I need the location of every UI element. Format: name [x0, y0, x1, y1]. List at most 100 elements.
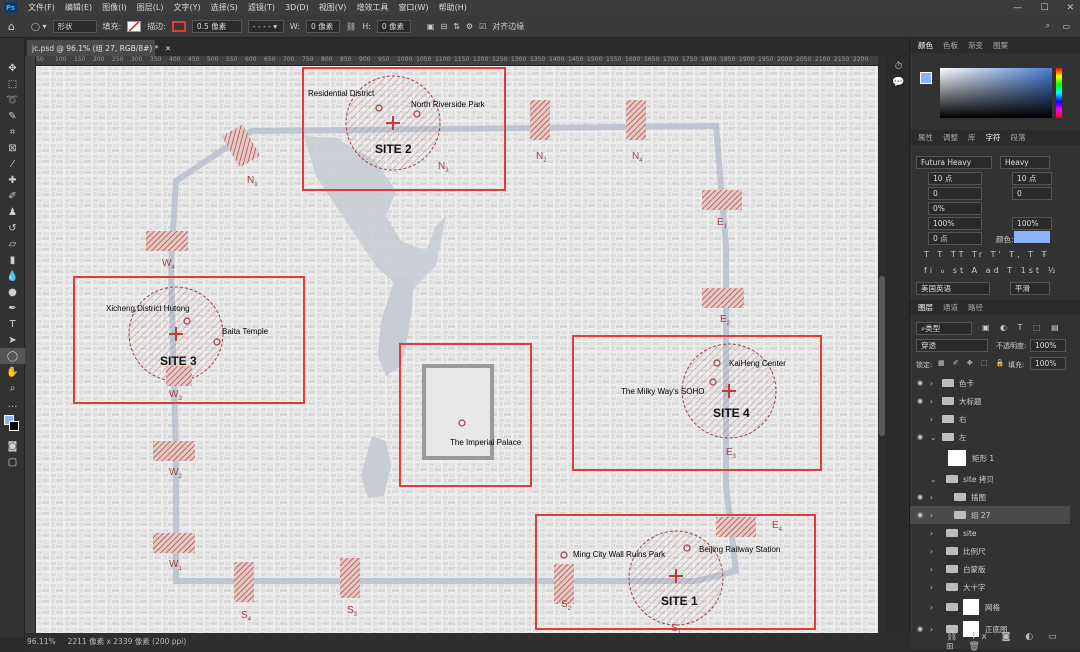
stroke-width-field[interactable]: 0.5 像素	[191, 19, 242, 33]
menu-edit[interactable]: 编辑(E)	[60, 2, 97, 13]
screen-mode-icon[interactable]: ▢	[0, 454, 25, 470]
leading-field[interactable]: 10 点	[1012, 172, 1052, 185]
text-style-buttons[interactable]: T T TT Tr T' T, T Ŧ	[924, 250, 1050, 259]
ellipse-tool-icon[interactable]: ◯	[0, 348, 25, 364]
document-tab[interactable]: jc.psd @ 96.1% (组 27, RGB/8#) * ✕	[27, 40, 171, 56]
vertical-scale-field[interactable]: 100%	[928, 217, 982, 230]
layer-row[interactable]: ◉ › 插图	[910, 488, 1070, 506]
opentype-buttons[interactable]: fi ℴ st A ad T 1st ½	[924, 266, 1058, 275]
eyedropper-tool-icon[interactable]: ⁄	[0, 156, 25, 172]
menu-file[interactable]: 文件(F)	[23, 2, 60, 13]
move-tool-icon[interactable]: ✥	[0, 60, 25, 76]
comments-panel-icon[interactable]: 💬	[886, 74, 911, 90]
zoom-tool-icon[interactable]: ⌕	[0, 380, 25, 396]
tab-color[interactable]: 颜色	[918, 40, 933, 51]
home-icon[interactable]: ⌂	[8, 20, 15, 33]
stroke-type-select[interactable]: - - - - ▾	[247, 19, 284, 33]
ellipse-tool-icon[interactable]: ◯ ▾	[31, 22, 47, 31]
eraser-tool-icon[interactable]: ▱	[0, 236, 25, 252]
link-icon[interactable]: ⛓	[346, 22, 356, 31]
eye-icon[interactable]: ◉	[910, 433, 930, 441]
gear-icon[interactable]: ⚙	[466, 22, 473, 31]
eye-icon[interactable]: ◉	[910, 379, 930, 387]
menu-layer[interactable]: 图层(L)	[132, 2, 169, 13]
tab-layers[interactable]: 图层	[918, 302, 933, 313]
tab-channels[interactable]: 通道	[943, 302, 958, 313]
align-edges-checkbox[interactable]: ☑	[479, 22, 486, 31]
layer-row[interactable]: ◉ › 色卡	[910, 374, 1070, 392]
color-picker[interactable]	[940, 68, 1052, 118]
path-select-tool-icon[interactable]: ➤	[0, 332, 25, 348]
tab-paths[interactable]: 路径	[968, 302, 983, 313]
layer-row-selected[interactable]: ◉ › 组 27	[910, 506, 1070, 524]
menu-image[interactable]: 图像(I)	[97, 2, 132, 13]
menu-select[interactable]: 选择(S)	[206, 2, 243, 13]
foreground-swatch[interactable]	[920, 72, 932, 84]
stamp-tool-icon[interactable]: ♟	[0, 204, 25, 220]
font-family-select[interactable]: Futura Heavy	[916, 156, 992, 169]
quick-select-tool-icon[interactable]: ✎	[0, 108, 25, 124]
layer-row[interactable]: › 右	[910, 410, 1070, 428]
font-size-field[interactable]: 10 点	[928, 172, 982, 185]
menu-plugins[interactable]: 增效工具	[351, 2, 393, 13]
eye-icon[interactable]: ◉	[910, 511, 930, 519]
layer-kind-filter[interactable]: ⌕ 类型	[916, 322, 972, 335]
tab-paragraph[interactable]: 段落	[1011, 132, 1026, 143]
height-field[interactable]: 0 像素	[376, 19, 411, 33]
history-panel-icon[interactable]: ⏱	[886, 58, 911, 74]
path-operations-icon[interactable]: ▣	[427, 22, 435, 31]
quick-mask-icon[interactable]: ◙	[0, 438, 25, 454]
menu-help[interactable]: 帮助(H)	[434, 2, 472, 13]
layer-row[interactable]: › 比例尺	[910, 542, 1070, 560]
color-swatches-icon[interactable]	[0, 412, 25, 438]
tsume-field[interactable]: 0%	[928, 202, 982, 215]
font-style-select[interactable]: Heavy	[1000, 156, 1050, 169]
layers-footer-icons[interactable]: ⛓ fx ◙ ◐ ▭ ⊞ 🗑	[946, 632, 1080, 652]
history-brush-icon[interactable]: ↺	[0, 220, 25, 236]
menu-type[interactable]: 文字(Y)	[168, 2, 205, 13]
stroke-swatch[interactable]	[171, 20, 186, 32]
layer-row[interactable]: › 大十字	[910, 578, 1070, 596]
tab-properties[interactable]: 属性	[918, 132, 933, 143]
layer-row[interactable]: ◉ ⌄ 左	[910, 428, 1070, 446]
hand-tool-icon[interactable]: ✋	[0, 364, 25, 380]
brush-tool-icon[interactable]: ✐	[0, 188, 25, 204]
more-tools-icon[interactable]: …	[0, 396, 25, 412]
workspace-icon[interactable]: ▭	[1062, 22, 1070, 31]
tab-libraries[interactable]: 库	[968, 132, 976, 143]
mode-select[interactable]: 形状	[52, 19, 97, 33]
menu-filter[interactable]: 滤镜(T)	[243, 2, 280, 13]
layer-row[interactable]: › 网格	[910, 596, 1070, 618]
layer-row[interactable]: 矩形 1	[910, 446, 1070, 470]
layer-filter-icons[interactable]: ▣ ◐ T ⬚ ▤	[982, 323, 1063, 332]
minimize-icon[interactable]: —	[1013, 3, 1022, 13]
zoom-level[interactable]: 96.11%	[27, 637, 56, 646]
tab-character[interactable]: 字符	[986, 132, 1001, 143]
antialias-select[interactable]: 平滑	[1010, 282, 1050, 295]
fill-swatch[interactable]	[127, 20, 142, 32]
menu-3d[interactable]: 3D(D)	[280, 3, 314, 12]
kerning-field[interactable]: 0	[928, 187, 982, 200]
tab-patterns[interactable]: 图案	[993, 40, 1008, 51]
horizontal-scale-field[interactable]: 100%	[1012, 217, 1052, 230]
layer-row[interactable]: › site	[910, 524, 1070, 542]
dodge-tool-icon[interactable]: ●	[0, 284, 25, 300]
gradient-tool-icon[interactable]: ▮	[0, 252, 25, 268]
blur-tool-icon[interactable]: 💧	[0, 268, 25, 284]
tab-gradients[interactable]: 渐变	[968, 40, 983, 51]
frame-tool-icon[interactable]: ⊠	[0, 140, 25, 156]
text-color-swatch[interactable]	[1014, 231, 1050, 243]
pen-tool-icon[interactable]: ✒	[0, 300, 25, 316]
hue-slider[interactable]	[1056, 68, 1062, 118]
fill-field[interactable]: 100%	[1030, 357, 1066, 370]
layer-row[interactable]: ◉ › 大标题	[910, 392, 1070, 410]
maximize-icon[interactable]: ☐	[1040, 3, 1048, 13]
tab-adjustments[interactable]: 调整	[943, 132, 958, 143]
marquee-tool-icon[interactable]: ⬚	[0, 76, 25, 92]
layer-row[interactable]: ⌄ site 拷贝	[910, 470, 1070, 488]
search-icon[interactable]: ⌕	[1046, 21, 1050, 31]
tracking-field[interactable]: 0	[1012, 187, 1052, 200]
menu-view[interactable]: 视图(V)	[314, 2, 352, 13]
width-field[interactable]: 0 像素	[306, 19, 341, 33]
lock-icons[interactable]: ▦ ✐ ✥ ⬚ 🔒	[938, 359, 1008, 367]
